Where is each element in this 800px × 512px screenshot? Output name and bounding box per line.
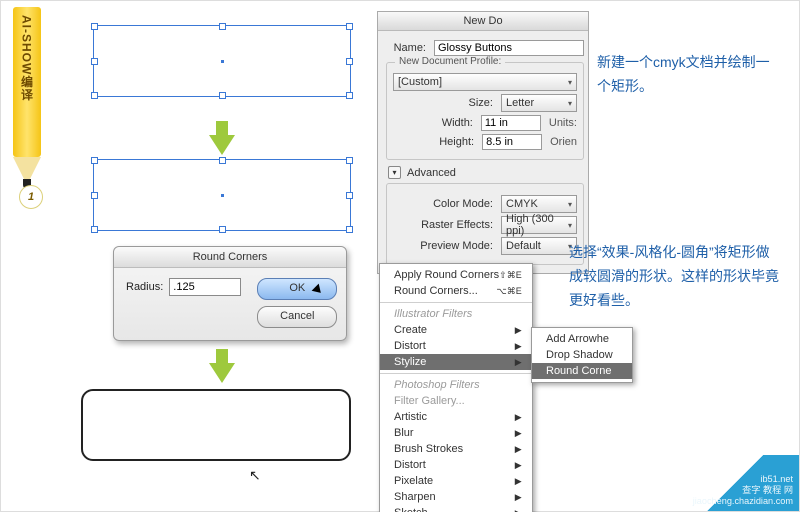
selected-rectangle-1[interactable]	[93, 25, 351, 97]
menu-item[interactable]: Apply Round Corners⇧⌘E	[380, 267, 532, 283]
radius-input[interactable]	[169, 278, 241, 296]
down-arrow-icon	[209, 363, 235, 383]
profile-select[interactable]: [Custom]▾	[393, 73, 577, 91]
instruction-text-1: 新建一个cmyk文档并绘制一个矩形。	[597, 51, 783, 99]
menu-item[interactable]: Distort▶	[380, 457, 532, 473]
menu-item[interactable]: Sharpen▶	[380, 489, 532, 505]
preview-mode-select[interactable]: Default▾	[501, 237, 577, 255]
profile-group-label: New Document Profile:	[395, 56, 505, 67]
size-select[interactable]: Letter▾	[501, 94, 577, 112]
pencil-step-marker: AI-SHOW编译 1	[9, 7, 45, 217]
instruction-text-2: 选择“效果-风格化-圆角”将矩形做成较圆滑的形状。这样的形状毕竟更好看些。	[569, 241, 779, 312]
step-number-badge: 1	[19, 185, 43, 209]
tutorial-step-canvas: AI-SHOW编译 1 Round Corners Radius: OK Can…	[0, 0, 800, 512]
menu-item[interactable]: Stylize▶	[380, 354, 532, 370]
width-label: Width:	[393, 117, 473, 129]
menu-item[interactable]: Blur▶	[380, 425, 532, 441]
menu-item[interactable]: Artistic▶	[380, 409, 532, 425]
advanced-label: Advanced	[407, 167, 456, 179]
name-label: Name:	[386, 42, 426, 54]
effect-menu[interactable]: Apply Round Corners⇧⌘ERound Corners...⌥⌘…	[379, 263, 533, 512]
size-label: Size:	[393, 97, 493, 109]
cursor-icon: ↖	[249, 467, 261, 484]
radius-label: Radius:	[126, 281, 163, 293]
selected-rectangle-2[interactable]	[93, 159, 351, 231]
new-document-dialog: New Do Name: New Document Profile: [Cust…	[377, 11, 589, 274]
height-label: Height:	[393, 136, 474, 148]
down-arrow-icon	[209, 135, 235, 155]
color-mode-label: Color Mode:	[393, 198, 493, 210]
menu-item[interactable]: Distort▶	[380, 338, 532, 354]
name-input[interactable]	[434, 40, 584, 56]
menu-item[interactable]: Filter Gallery...	[380, 393, 532, 409]
menu-item[interactable]: Round Corners...⌥⌘E	[380, 283, 532, 299]
menu-item[interactable]: Sketch▶	[380, 505, 532, 512]
height-input[interactable]	[482, 134, 542, 150]
width-input[interactable]	[481, 115, 541, 131]
menu-item[interactable]: Brush Strokes▶	[380, 441, 532, 457]
preview-mode-label: Preview Mode:	[393, 240, 493, 252]
disclosure-triangle-icon[interactable]: ▾	[388, 166, 401, 179]
chevron-down-icon: ▾	[568, 221, 572, 230]
menu-item: Illustrator Filters	[380, 306, 532, 322]
dialog-title: Round Corners	[114, 247, 346, 268]
chevron-down-icon: ▾	[568, 99, 572, 108]
menu-item[interactable]: Pixelate▶	[380, 473, 532, 489]
chevron-down-icon: ▾	[568, 78, 572, 87]
menu-item[interactable]: Create▶	[380, 322, 532, 338]
cancel-button[interactable]: Cancel	[257, 306, 337, 328]
submenu-item[interactable]: Drop Shadow	[532, 347, 632, 363]
rounded-rectangle-result	[81, 389, 351, 461]
menu-item: Photoshop Filters	[380, 377, 532, 393]
round-corners-dialog: Round Corners Radius: OK Cancel	[113, 246, 347, 341]
dialog-title: New Do	[378, 12, 588, 31]
submenu-item[interactable]: Add Arrowhe	[532, 331, 632, 347]
color-mode-select[interactable]: CMYK▾	[501, 195, 577, 213]
raster-effects-label: Raster Effects:	[393, 219, 493, 231]
stylize-submenu[interactable]: Add ArrowheDrop ShadowRound Corne	[531, 327, 633, 383]
raster-effects-select[interactable]: High (300 ppi)▾	[501, 216, 577, 234]
pencil-label: AI-SHOW编译	[19, 15, 36, 101]
ok-button[interactable]: OK	[257, 278, 337, 300]
watermark: ib51.net 查字 教程 网 jiaocheng.chazidian.com	[679, 455, 799, 511]
chevron-down-icon: ▾	[568, 200, 572, 209]
orientation-label: Orien	[550, 136, 577, 148]
submenu-item[interactable]: Round Corne	[532, 363, 632, 379]
units-label: Units:	[549, 117, 577, 129]
